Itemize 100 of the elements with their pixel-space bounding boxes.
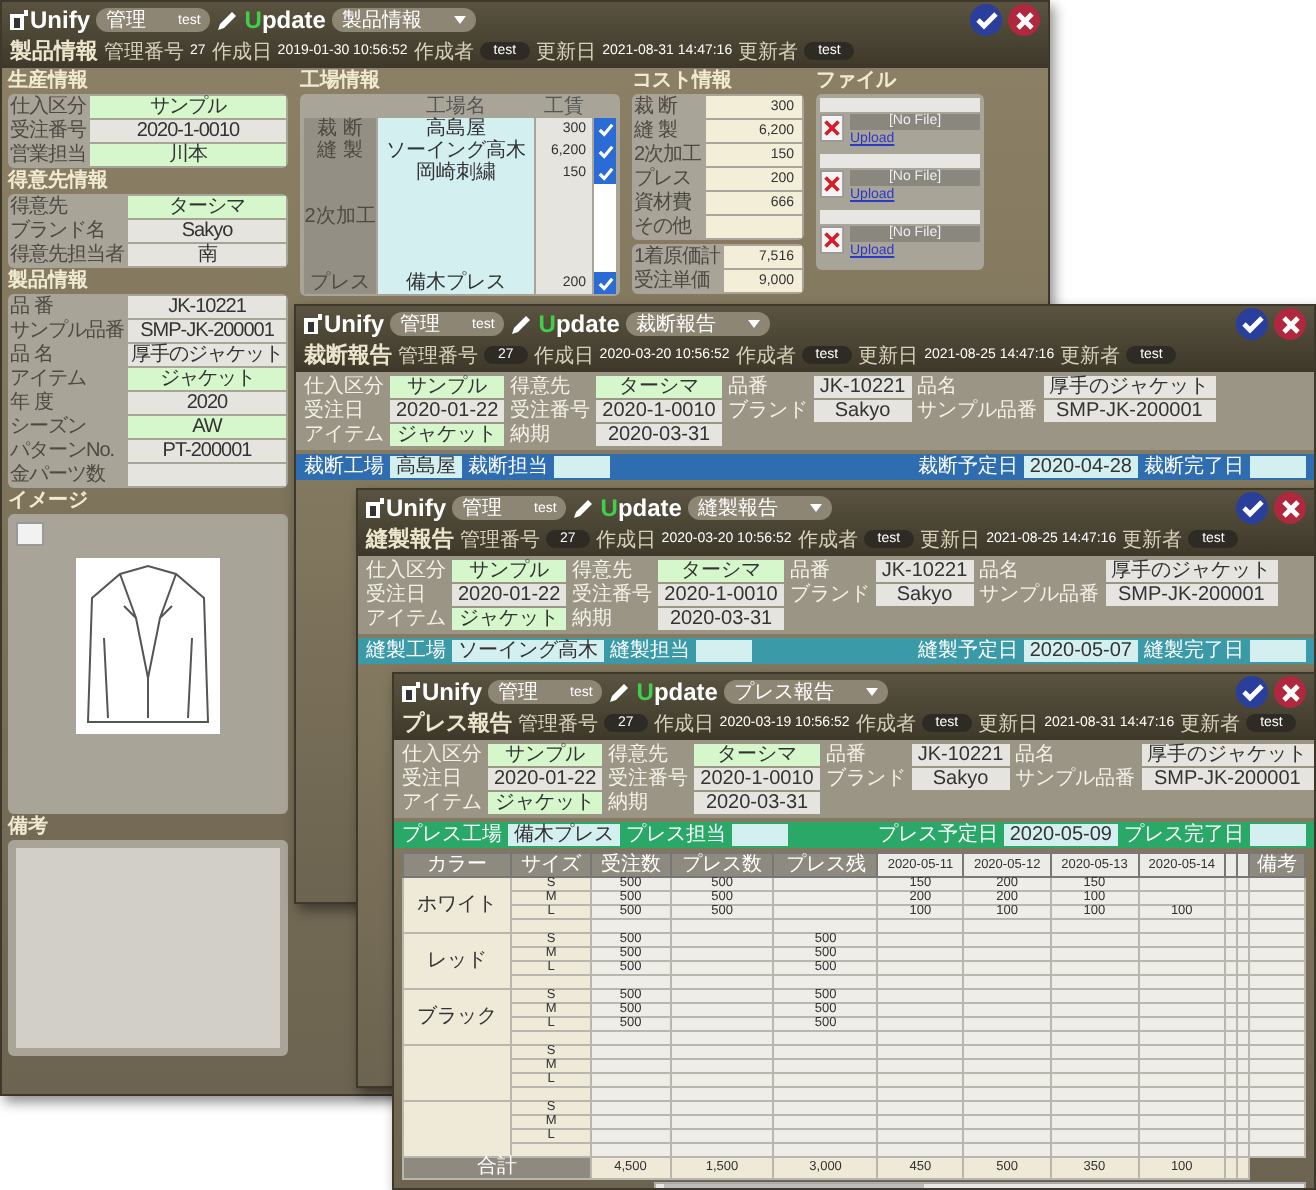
input-field[interactable] [705, 216, 802, 238]
delete-file-icon[interactable] [820, 170, 844, 198]
input-field[interactable]: サンプル [452, 560, 567, 582]
input-field[interactable]: 2020-01-22 [488, 768, 603, 790]
input-field[interactable]: Sakyo [911, 768, 1010, 790]
input-field[interactable]: 2020-01-22 [390, 400, 505, 422]
confirm-button[interactable] [970, 4, 1002, 36]
input-field[interactable]: 厚手のジャケット [1105, 560, 1278, 582]
input-field[interactable] [732, 824, 788, 846]
input-field[interactable]: SMP-JK-200001 [128, 320, 286, 342]
input-field[interactable]: SMP-JK-200001 [1141, 768, 1314, 790]
input-field[interactable]: 2020-05-09 [1003, 824, 1118, 846]
input-field[interactable] [554, 456, 610, 478]
screen-dropdown[interactable]: 縫製報告 [687, 496, 832, 520]
input-field[interactable]: JK-10221 [813, 376, 912, 398]
confirm-button[interactable] [1236, 308, 1268, 340]
input-field[interactable]: ターシマ [658, 560, 784, 582]
input-field[interactable]: ソーイング高木 [452, 640, 604, 662]
field-label: 受注番号 [572, 584, 653, 606]
row-label: 縫 製 [304, 140, 376, 162]
input-field[interactable]: SMP-JK-200001 [1043, 400, 1216, 422]
input-field[interactable]: 2020-03-31 [658, 608, 784, 630]
factory-name-field[interactable]: 備木プレス [378, 272, 534, 294]
input-field[interactable]: 川本 [90, 144, 286, 166]
field-label: 品番 [727, 376, 770, 398]
input-field[interactable]: 2020-04-28 [1023, 456, 1138, 478]
input-field[interactable]: ターシマ [596, 376, 722, 398]
row-label: プレス [304, 272, 376, 294]
screen-dropdown[interactable]: 裁断報告 [625, 312, 770, 336]
input-field[interactable]: 備木プレス [508, 824, 620, 846]
checkbox[interactable] [594, 118, 616, 140]
input-field[interactable]: 2020-1-0010 [90, 120, 286, 142]
input-field[interactable]: 高島屋 [390, 456, 462, 478]
input-field[interactable]: 2020-03-31 [596, 424, 722, 446]
file-name-field[interactable] [820, 98, 980, 112]
input-field[interactable] [1250, 640, 1306, 662]
confirm-button[interactable] [1236, 676, 1268, 708]
input-field[interactable]: ジャケット [452, 608, 567, 630]
screen-dropdown[interactable]: プレス報告 [723, 680, 888, 704]
input-field[interactable]: JK-10221 [875, 560, 974, 582]
input-field[interactable]: ジャケット [128, 368, 286, 390]
delete-file-icon[interactable] [820, 226, 844, 254]
input-field[interactable]: PT-200001 [128, 440, 286, 462]
input-field[interactable]: 2020-1-0010 [658, 584, 784, 606]
file-name-field[interactable] [820, 210, 980, 224]
close-button[interactable] [1274, 676, 1306, 708]
app-logo-icon [366, 498, 384, 518]
input-field[interactable]: ターシマ [694, 744, 820, 766]
input-field[interactable]: 南 [128, 244, 286, 266]
input-field[interactable]: サンプル [90, 96, 286, 118]
input-field[interactable]: ターシマ [128, 196, 286, 218]
input-field[interactable]: AW [128, 416, 286, 438]
input-field[interactable]: 厚手のジャケット [1043, 376, 1216, 398]
input-field[interactable]: Sakyo [128, 220, 286, 242]
input-field[interactable] [1250, 824, 1306, 846]
factory-name-field[interactable]: 岡崎刺繍 [378, 162, 534, 184]
checkbox[interactable] [594, 162, 616, 184]
input-field[interactable]: 厚手のジャケット [128, 344, 286, 366]
input-field[interactable]: 2020 [128, 392, 286, 414]
confirm-button[interactable] [1236, 492, 1268, 524]
factory-name-field[interactable]: 高島屋 [378, 118, 534, 140]
input-field[interactable]: Sakyo [813, 400, 912, 422]
input-field[interactable]: 2020-1-0010 [596, 400, 722, 422]
factory-name-field[interactable]: ソーイング高木 [378, 140, 534, 162]
screen-dropdown[interactable]: 製品情報 [331, 8, 476, 32]
checkbox[interactable] [594, 250, 616, 272]
input-field[interactable]: 2020-01-22 [452, 584, 567, 606]
pencil-icon [608, 681, 631, 703]
checkbox[interactable] [594, 184, 616, 206]
delete-file-icon[interactable] [820, 114, 844, 142]
file-name-field[interactable] [820, 154, 980, 168]
input-field[interactable]: ジャケット [488, 792, 603, 814]
close-button[interactable] [1274, 492, 1306, 524]
field-label: アイテム [366, 608, 446, 630]
input-field[interactable]: 厚手のジャケット [1141, 744, 1314, 766]
close-button[interactable] [1274, 308, 1306, 340]
input-field[interactable]: サンプル [390, 376, 505, 398]
input-field[interactable] [1250, 456, 1306, 478]
input-field[interactable]: Sakyo [875, 584, 974, 606]
input-field[interactable] [128, 464, 286, 486]
input-field[interactable]: JK-10221 [128, 296, 286, 318]
field-label: 受注日 [304, 400, 366, 422]
checkbox[interactable] [594, 140, 616, 162]
input-field[interactable] [696, 640, 752, 662]
meta-label: 管理番号 [518, 711, 598, 737]
input-field[interactable]: 2020-05-07 [1023, 640, 1138, 662]
checkbox[interactable] [594, 272, 616, 294]
close-button[interactable] [1008, 4, 1040, 36]
input-field[interactable]: 2020-03-31 [694, 792, 820, 814]
input-field[interactable]: JK-10221 [911, 744, 1010, 766]
input-field[interactable]: サンプル [488, 744, 603, 766]
field-label: 品名 [917, 376, 958, 398]
input-field[interactable]: ジャケット [390, 424, 505, 446]
section-title: 製品情報 [8, 270, 90, 292]
caret-icon [809, 504, 822, 512]
app-name: Unify [30, 6, 90, 34]
input-field[interactable]: SMP-JK-200001 [1105, 584, 1278, 606]
table-cell: ホワイト [403, 877, 512, 933]
input-field[interactable]: 2020-1-0010 [694, 768, 820, 790]
image-select-button[interactable] [16, 522, 44, 546]
